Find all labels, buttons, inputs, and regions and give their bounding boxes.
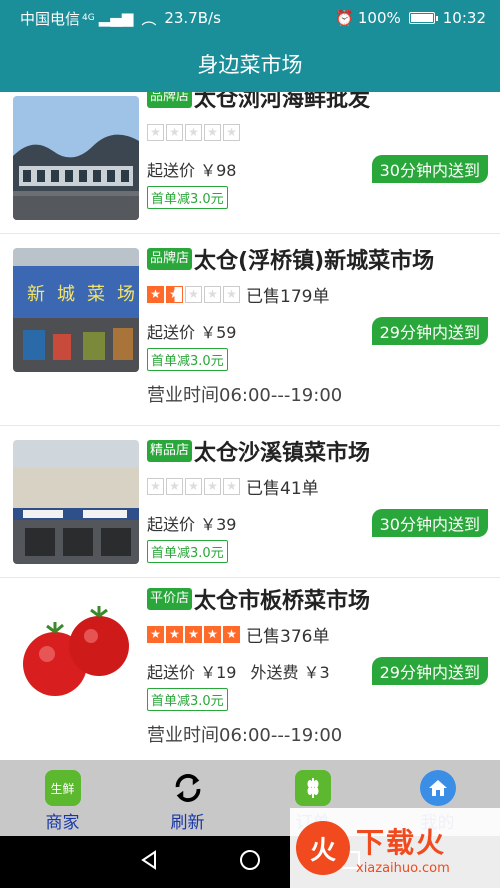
- store-thumbnail: [13, 440, 139, 564]
- sold-count: 已售41单: [246, 478, 319, 499]
- svg-text:场: 场: [117, 284, 135, 305]
- star-icon: ★: [204, 285, 221, 303]
- tab-refresh[interactable]: 刷新: [125, 760, 250, 836]
- star-icon: ★: [204, 477, 221, 495]
- flame-logo-icon: 火: [296, 821, 350, 875]
- wifi-icon: ︵: [141, 9, 157, 28]
- star-icon: ★: [166, 123, 183, 141]
- star-rating: ★ ★ ★ ★ ★: [147, 477, 240, 495]
- store-name: 太仓沙溪镇菜市场: [194, 441, 371, 466]
- star-icon: ★: [204, 123, 221, 141]
- discount-tag: 首单减3.0元: [147, 688, 228, 711]
- store-badge: 品牌店: [147, 92, 193, 108]
- delivery-time-badge: 29分钟内送到: [371, 657, 488, 685]
- store-item[interactable]: 精品店 太仓沙溪镇菜市场 ★ ★ ★ ★ ★ 已售41单 起送价 ￥39 30分…: [0, 426, 500, 578]
- tab-label: 商家: [45, 813, 80, 833]
- store-badge: 平价店: [147, 588, 193, 610]
- store-name: 太仓(浮桥镇)新城菜市场: [194, 249, 435, 274]
- star-icon: ★: [185, 625, 202, 643]
- discount-tag: 首单减3.0元: [147, 348, 228, 371]
- home-icon: [419, 770, 456, 806]
- star-icon: ★: [185, 123, 202, 141]
- min-order: 起送价 ￥59: [147, 323, 237, 342]
- delivery-time-badge: 30分钟内送到: [371, 509, 488, 537]
- wheat-icon: [294, 770, 331, 806]
- star-icon: ★: [223, 477, 240, 495]
- star-icon: ★: [223, 625, 240, 643]
- delivery-fee: 外送费 ￥3: [250, 663, 330, 682]
- watermark: 火 下载火 xiazaihuo.com: [290, 808, 500, 888]
- store-thumbnail: [13, 96, 139, 220]
- star-rating: ★ ★ ★ ★ ★: [147, 123, 240, 141]
- store-item[interactable]: 新 城 菜 场 品牌店 太仓(浮桥镇)新城菜市场 ★ ★ ★ ★ ★ 已售179…: [0, 234, 500, 426]
- star-icon: ★: [166, 625, 183, 643]
- market-sign-photo: 新 城 菜 场: [13, 248, 139, 372]
- battery-icon: [408, 12, 438, 24]
- page-title: 身边菜市场: [197, 53, 303, 77]
- tomatoes-photo: [13, 592, 139, 716]
- fresh-produce-icon: 生鲜: [44, 770, 81, 806]
- svg-text:城: 城: [57, 284, 75, 305]
- star-icon: ★: [147, 123, 164, 141]
- carrier-label: 中国电信: [20, 9, 81, 28]
- min-order: 起送价 ￥39: [147, 515, 237, 534]
- signal-icon: ▂▄▆: [98, 9, 134, 27]
- sold-count: 已售376单: [246, 626, 330, 647]
- business-hours: 营业时间06:00---19:00: [147, 725, 343, 746]
- store-thumbnail: [13, 592, 139, 716]
- store-badge: 精品店: [147, 440, 193, 462]
- min-order: 起送价 ￥19: [147, 663, 237, 682]
- star-rating: ★ ★ ★ ★ ★: [147, 285, 240, 303]
- rating-row: ★ ★ ★ ★ ★ 已售179单: [147, 280, 488, 308]
- sold-count: 已售179单: [246, 286, 330, 307]
- star-icon: ★: [147, 285, 164, 303]
- building-photo: [13, 96, 139, 220]
- store-name: 太仓市板桥菜市场: [194, 589, 371, 614]
- store-list[interactable]: 品牌店 太仓浏河海鲜批发 ★ ★ ★ ★ ★ 起送价 ￥98 30分钟内送到 首…: [0, 92, 500, 760]
- home-button[interactable]: [239, 849, 261, 875]
- star-icon: ★: [185, 285, 202, 303]
- star-icon: ★: [223, 285, 240, 303]
- alarm-icon: ⏰: [335, 9, 354, 27]
- tab-merchants[interactable]: 生鲜 商家: [0, 760, 125, 836]
- rating-row: ★ ★ ★ ★ ★: [147, 118, 488, 146]
- star-icon: ★: [166, 285, 183, 303]
- battery-percent: 100%: [357, 9, 401, 27]
- store-item[interactable]: 平价店 太仓市板桥菜市场 ★ ★ ★ ★ ★ 已售376单 起送价 ￥19 外送…: [0, 578, 500, 760]
- delivery-time-badge: 29分钟内送到: [371, 317, 488, 345]
- tab-label: 刷新: [170, 813, 205, 833]
- watermark-title: 下载火: [356, 825, 447, 859]
- discount-tag: 首单减3.0元: [147, 540, 228, 563]
- net-speed: 23.7B/s: [164, 9, 221, 27]
- discount-tag: 首单减3.0元: [147, 186, 228, 209]
- svg-text:菜: 菜: [87, 284, 105, 305]
- business-hours: 营业时间06:00---19:00: [147, 385, 343, 406]
- market-building-photo: [13, 440, 139, 564]
- status-bar: 中国电信 4G ▂▄▆ ︵ 23.7B/s ⏰ 100% 10:32: [0, 0, 500, 36]
- star-icon: ★: [204, 625, 221, 643]
- store-badge: 品牌店: [147, 248, 193, 270]
- title-bar: 身边菜市场: [0, 36, 500, 92]
- store-thumbnail: 新 城 菜 场: [13, 248, 139, 372]
- clock: 10:32: [442, 9, 486, 27]
- star-icon: ★: [147, 625, 164, 643]
- network-type: 4G: [82, 13, 95, 23]
- delivery-time-badge: 30分钟内送到: [371, 155, 488, 183]
- rating-row: ★ ★ ★ ★ ★ 已售41单: [147, 472, 488, 500]
- rating-row: ★ ★ ★ ★ ★ 已售376单: [147, 620, 488, 648]
- back-button[interactable]: [139, 850, 159, 874]
- store-item[interactable]: 品牌店 太仓浏河海鲜批发 ★ ★ ★ ★ ★ 起送价 ￥98 30分钟内送到 首…: [0, 92, 500, 234]
- star-icon: ★: [223, 123, 240, 141]
- star-icon: ★: [147, 477, 164, 495]
- store-name: 太仓浏河海鲜批发: [194, 92, 371, 112]
- min-order: 起送价 ￥98: [147, 161, 237, 180]
- watermark-url: xiazaihuo.com: [356, 860, 450, 876]
- svg-text:新: 新: [27, 284, 45, 305]
- star-rating: ★ ★ ★ ★ ★: [147, 625, 240, 643]
- refresh-icon: [170, 770, 206, 806]
- star-icon: ★: [166, 477, 183, 495]
- star-icon: ★: [185, 477, 202, 495]
